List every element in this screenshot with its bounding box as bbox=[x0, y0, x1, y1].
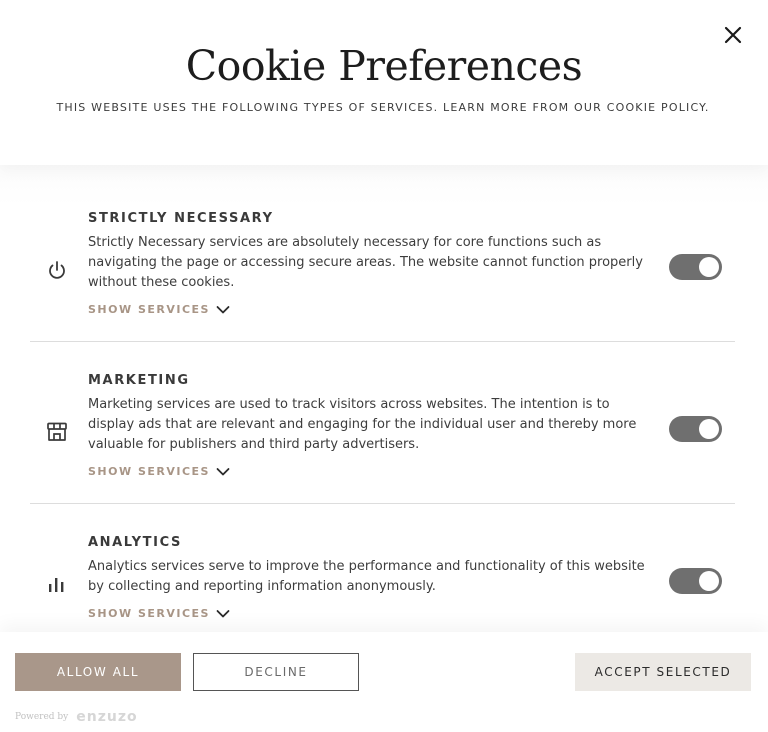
section-title: ANALYTICS bbox=[88, 535, 182, 550]
analytics-toggle[interactable] bbox=[669, 568, 722, 594]
allow-all-button[interactable]: ALLOW ALL bbox=[15, 653, 181, 691]
divider bbox=[30, 341, 735, 342]
dialog-subtitle: THIS WEBSITE USES THE FOLLOWING TYPES OF… bbox=[56, 101, 710, 114]
dialog-footer: ALLOW ALL DECLINE ACCEPT SELECTED Powere… bbox=[0, 632, 768, 732]
preferences-list[interactable]: STRICTLY NECESSARY Strictly Necessary se… bbox=[0, 165, 768, 632]
show-services-label: SHOW SERVICES bbox=[88, 465, 210, 478]
brand-logo[interactable]: enzuzo bbox=[76, 709, 137, 725]
strictly-necessary-toggle[interactable] bbox=[669, 254, 722, 280]
chevron-down-icon bbox=[216, 467, 230, 475]
powered-by[interactable]: Powered by enzuzo bbox=[15, 709, 138, 725]
section-title: MARKETING bbox=[88, 373, 190, 388]
bar-chart-icon bbox=[49, 578, 64, 592]
divider bbox=[30, 503, 735, 504]
toggle-knob bbox=[699, 257, 719, 277]
chevron-down-icon bbox=[216, 305, 230, 313]
section-title: STRICTLY NECESSARY bbox=[88, 211, 274, 226]
show-services-toggle[interactable]: SHOW SERVICES bbox=[88, 465, 230, 478]
marketing-toggle[interactable] bbox=[669, 416, 722, 442]
power-icon bbox=[49, 261, 65, 279]
dialog-title: Cookie Preferences bbox=[185, 42, 583, 90]
powered-by-label: Powered by bbox=[15, 712, 69, 722]
show-services-toggle[interactable]: SHOW SERVICES bbox=[88, 303, 230, 316]
show-services-toggle[interactable]: SHOW SERVICES bbox=[88, 607, 230, 620]
section-description: Strictly Necessary services are absolute… bbox=[88, 235, 643, 290]
show-services-label: SHOW SERVICES bbox=[88, 607, 210, 620]
decline-button[interactable]: DECLINE bbox=[193, 653, 359, 691]
toggle-knob bbox=[699, 571, 719, 591]
dialog-header: Cookie Preferences THIS WEBSITE USES THE… bbox=[0, 0, 768, 165]
chevron-down-icon bbox=[216, 609, 230, 617]
store-icon bbox=[47, 422, 67, 441]
section-description: Marketing services are used to track vis… bbox=[88, 397, 637, 452]
toggle-knob bbox=[699, 419, 719, 439]
section-description: Analytics services serve to improve the … bbox=[88, 559, 645, 594]
show-services-label: SHOW SERVICES bbox=[88, 303, 210, 316]
accept-selected-button[interactable]: ACCEPT SELECTED bbox=[575, 653, 751, 691]
